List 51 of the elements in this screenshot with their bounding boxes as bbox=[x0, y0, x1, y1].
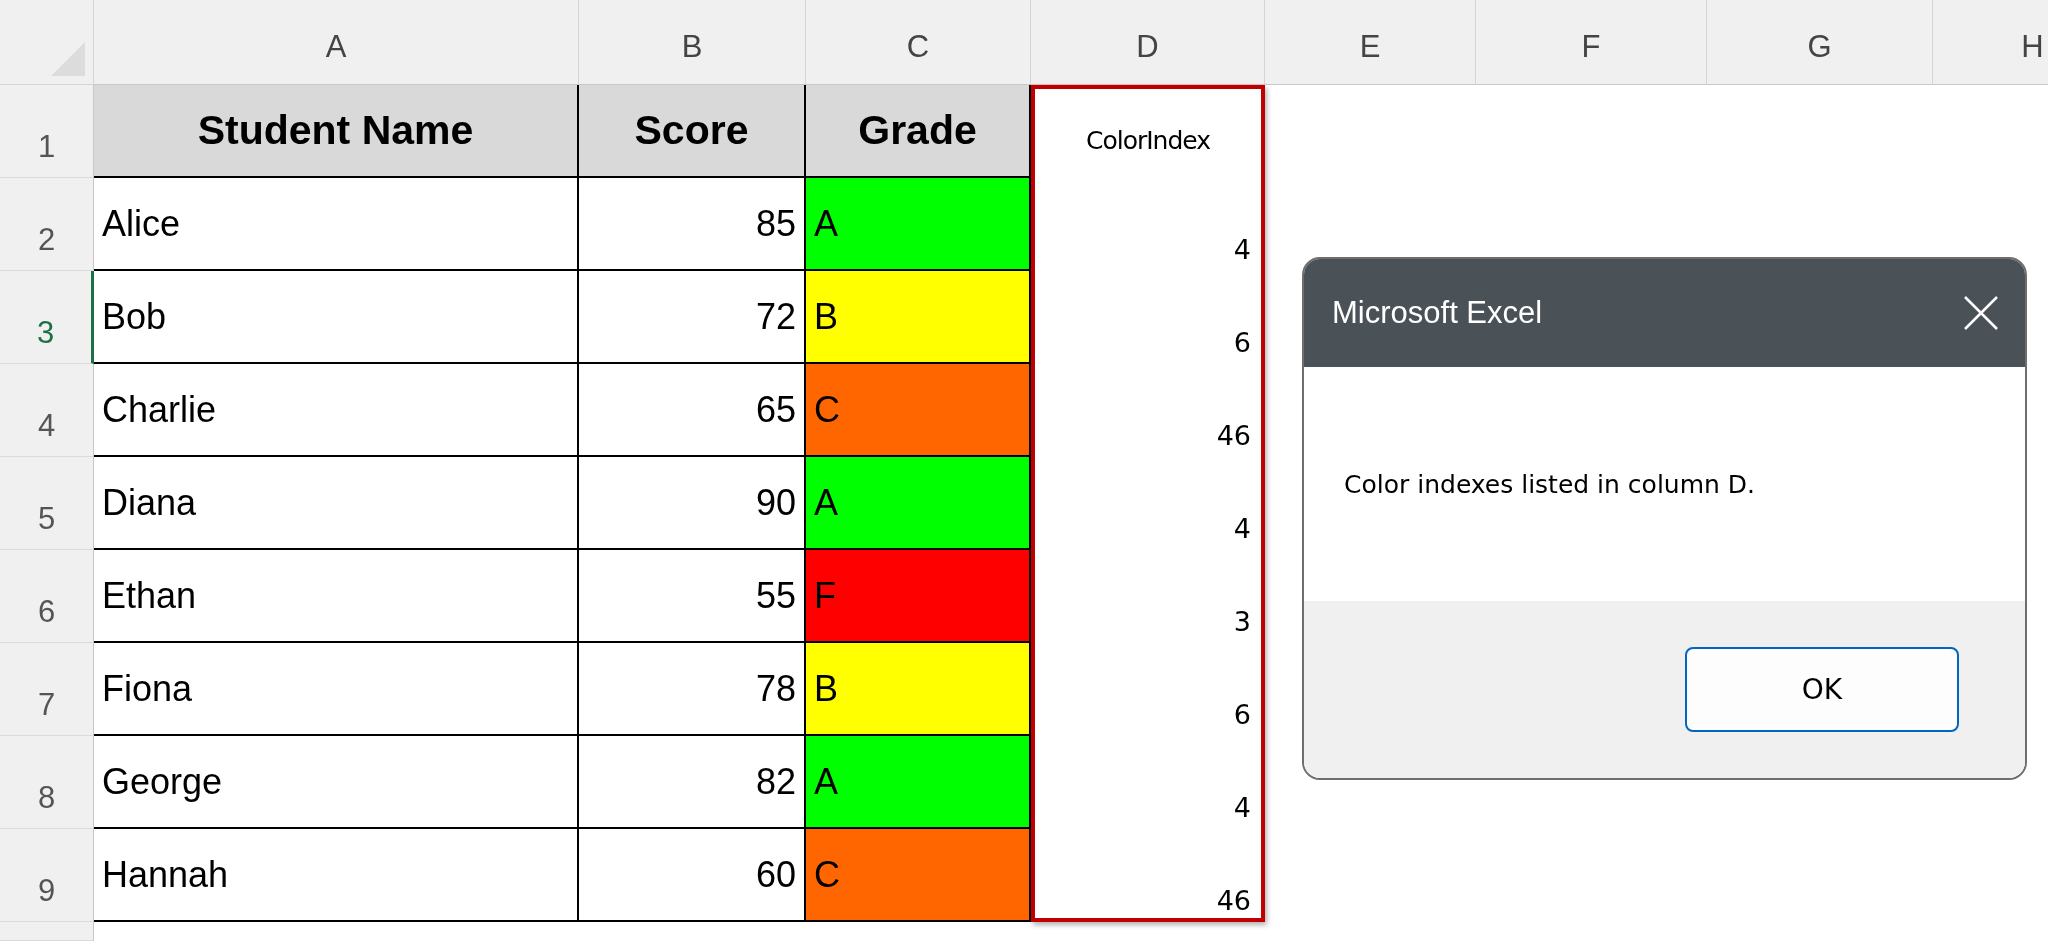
grade-cell: A bbox=[806, 178, 1031, 271]
table-cell-text: 3 bbox=[1232, 605, 1252, 639]
grade-cell: A bbox=[806, 736, 1031, 829]
row-header[interactable]: 6 bbox=[0, 550, 94, 643]
dialog-message: Color indexes listed in column D. bbox=[1344, 469, 1756, 499]
row-header[interactable]: 2 bbox=[0, 178, 94, 271]
row-header[interactable]: 7 bbox=[0, 643, 94, 736]
grade-cell: A bbox=[806, 457, 1031, 550]
table-cell-text: ColorIndex bbox=[1084, 125, 1212, 157]
table-cell: Alice bbox=[94, 178, 579, 271]
table-cell-text: 4 bbox=[1232, 791, 1252, 825]
table-cell-text: 46 bbox=[1215, 884, 1252, 918]
row-header[interactable]: 1 bbox=[0, 85, 94, 178]
grade-cell: C bbox=[806, 364, 1031, 457]
header-cell: Grade bbox=[806, 85, 1031, 178]
table-cell-text: 46 bbox=[1215, 419, 1252, 453]
dialog-title: Microsoft Excel bbox=[1332, 295, 1543, 331]
grade-cell: B bbox=[806, 643, 1031, 736]
row-header[interactable]: 9 bbox=[0, 829, 94, 922]
table-cell: Ethan bbox=[94, 550, 579, 643]
grade-cell: F bbox=[806, 550, 1031, 643]
column-header[interactable]: B bbox=[579, 0, 806, 85]
table-cell-text: 6 bbox=[1232, 326, 1252, 360]
column-header[interactable]: E bbox=[1265, 0, 1476, 85]
table-cell-text: 4 bbox=[1232, 512, 1252, 546]
table-cell-text: 6 bbox=[1232, 698, 1252, 732]
column-header[interactable]: A bbox=[94, 0, 579, 85]
column-header[interactable]: D bbox=[1031, 0, 1265, 85]
column-header[interactable]: C bbox=[806, 0, 1031, 85]
row-header[interactable]: 4 bbox=[0, 364, 94, 457]
column-header[interactable]: G bbox=[1707, 0, 1933, 85]
grade-cell: B bbox=[806, 271, 1031, 364]
table-cell-text: 4 bbox=[1232, 233, 1252, 267]
table-cell: Hannah bbox=[94, 829, 579, 922]
row-header[interactable] bbox=[0, 922, 94, 941]
column-header[interactable]: H bbox=[1933, 0, 2048, 85]
row-header[interactable]: 8 bbox=[0, 736, 94, 829]
column-header[interactable]: F bbox=[1476, 0, 1707, 85]
header-cell: Score bbox=[579, 85, 806, 178]
table-cell: Bob bbox=[94, 271, 579, 364]
table-cell: Charlie bbox=[94, 364, 579, 457]
row-header[interactable]: 5 bbox=[0, 457, 94, 550]
grade-cell: C bbox=[806, 829, 1031, 922]
table-cell: George bbox=[94, 736, 579, 829]
ok-button[interactable]: OK bbox=[1685, 647, 1959, 732]
row-header[interactable]: 3 bbox=[0, 271, 94, 364]
close-icon[interactable] bbox=[1963, 295, 1999, 331]
header-cell: Student Name bbox=[94, 85, 579, 178]
table-cell: Fiona bbox=[94, 643, 579, 736]
table-cell: Diana bbox=[94, 457, 579, 550]
select-all-corner[interactable] bbox=[0, 0, 94, 85]
